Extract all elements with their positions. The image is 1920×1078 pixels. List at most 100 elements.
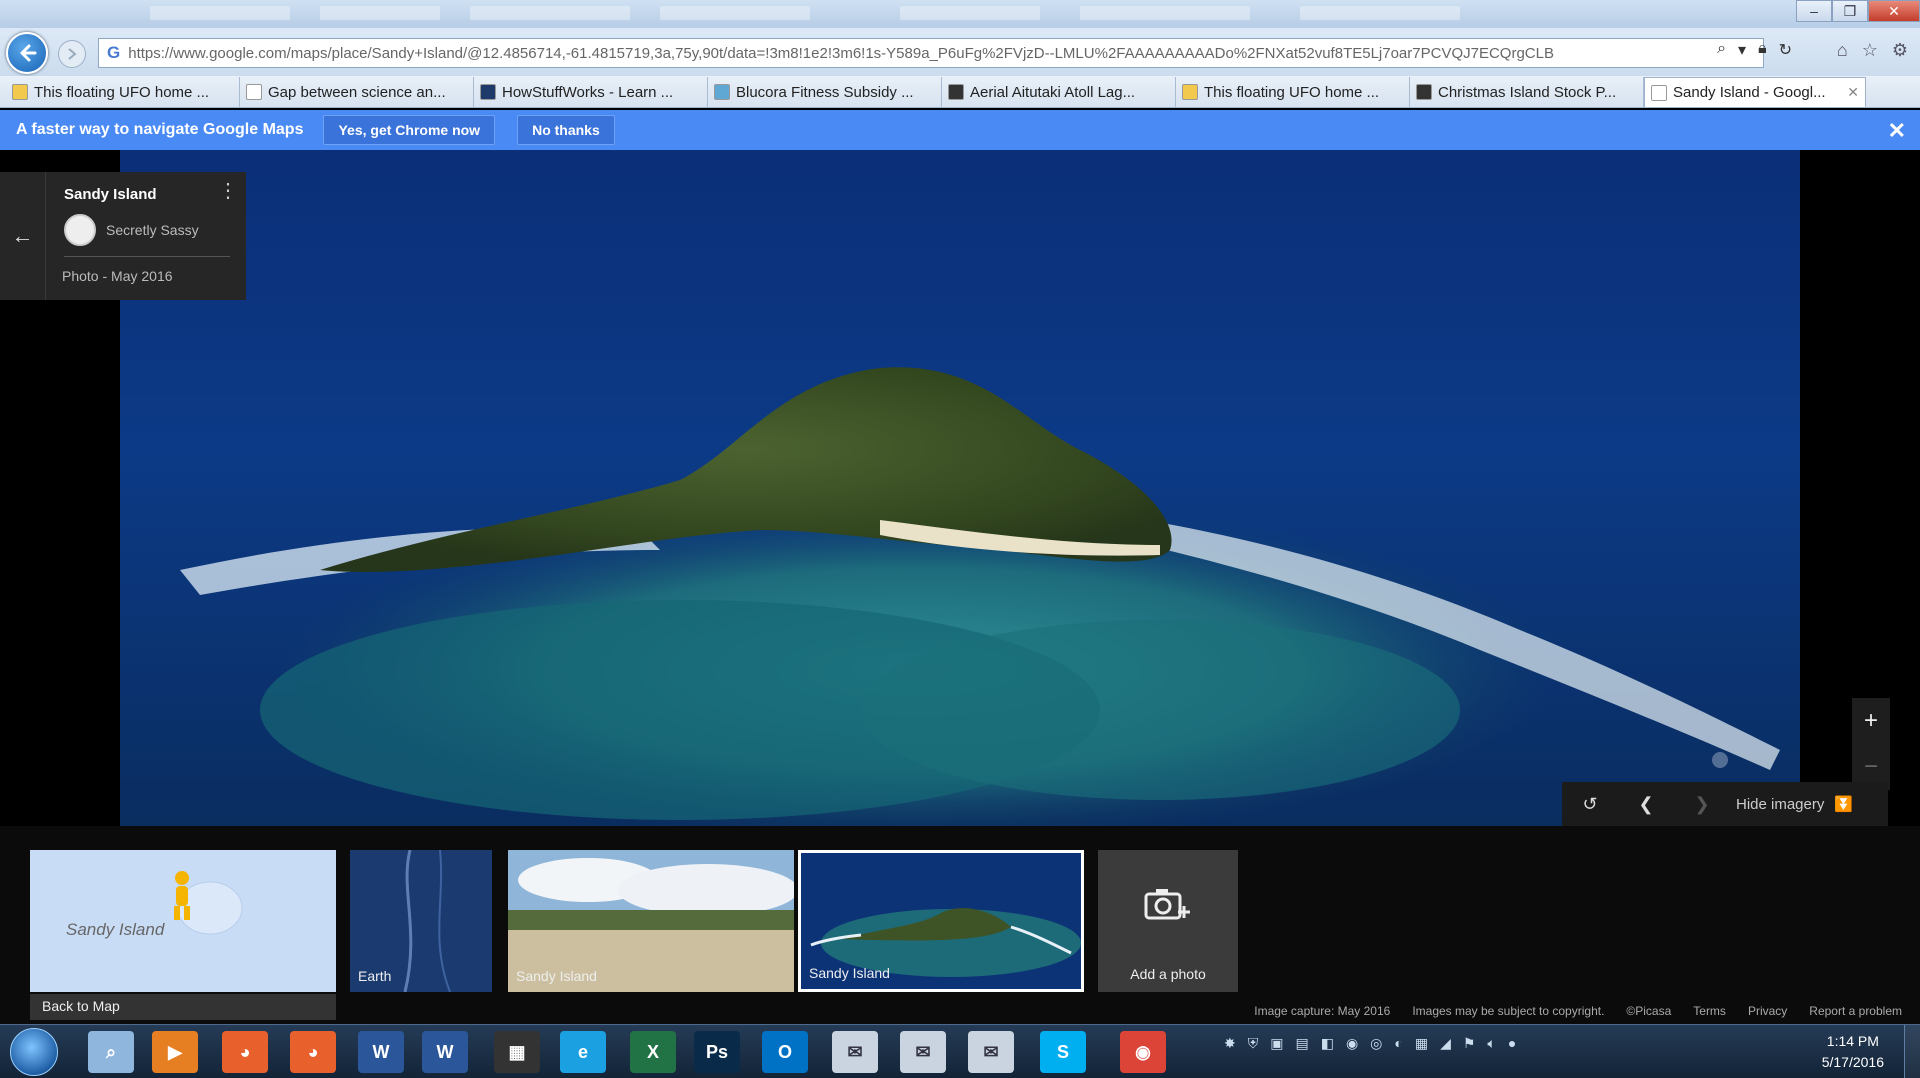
address-bar[interactable]: G https://www.google.com/maps/place/Sand… — [98, 38, 1764, 68]
no-thanks-button[interactable]: No thanks — [517, 115, 615, 145]
tab-favicon-icon — [714, 84, 730, 100]
place-title: Sandy Island — [64, 186, 157, 203]
taskbar-word-icon[interactable]: W — [358, 1031, 404, 1073]
author-name[interactable]: Secretly Sassy — [106, 222, 199, 238]
network-icon[interactable]: ◢ — [1440, 1035, 1451, 1052]
chevron-down-icon[interactable]: ⏬ — [1834, 795, 1853, 813]
back-button[interactable] — [6, 32, 48, 74]
taskbar-firefox-icon[interactable]: ◕ — [222, 1031, 268, 1073]
volume-icon[interactable]: 🔈︎ — [1487, 1035, 1495, 1052]
browser-tab[interactable]: Aerial Aitutaki Atoll Lag... — [942, 77, 1176, 107]
browser-tab[interactable]: HowStuffWorks - Learn ... — [474, 77, 708, 107]
promo-text: A faster way to navigate Google Maps — [16, 121, 304, 138]
tab-favicon-icon — [480, 84, 496, 100]
tray-icon[interactable]: ◧ — [1321, 1035, 1334, 1052]
taskbar-network-icon[interactable]: ▦ — [494, 1031, 540, 1073]
tray-icon[interactable]: ▦ — [1415, 1035, 1428, 1052]
tray-icon[interactable]: ✸ — [1224, 1035, 1236, 1052]
add-photo-button[interactable]: Add a photo — [1098, 850, 1238, 992]
earth-thumbnail[interactable]: Earth — [350, 850, 492, 992]
screen: – ❐ ✕ G https://www.google.com/maps/plac… — [0, 0, 1920, 1078]
get-chrome-button[interactable]: Yes, get Chrome now — [323, 115, 496, 145]
tab-label: HowStuffWorks - Learn ... — [502, 83, 674, 101]
close-tab-icon[interactable]: ✕ — [1847, 84, 1859, 101]
tray-icon[interactable]: ◎ — [1370, 1035, 1382, 1052]
browser-tab[interactable]: Christmas Island Stock P... — [1410, 77, 1644, 107]
taskbar-excel-icon[interactable]: X — [630, 1031, 676, 1073]
lock-icon[interactable]: 🔒︎ — [1758, 40, 1767, 60]
taskbar-mail-icon[interactable]: ✉ — [900, 1031, 946, 1073]
tab-favicon-icon — [246, 84, 262, 100]
browser-tab[interactable]: This floating UFO home ... — [1176, 77, 1410, 107]
taskbar-chrome-icon[interactable]: ◉ — [1120, 1031, 1166, 1073]
island-image — [120, 150, 1800, 826]
back-to-map-button[interactable]: Back to Map — [30, 994, 336, 1020]
settings-gear-icon[interactable]: ⚙ — [1892, 40, 1908, 61]
browser-tab[interactable]: Sandy Island - Googl... ✕ — [1644, 77, 1866, 107]
tab-label: Christmas Island Stock P... — [1438, 83, 1617, 101]
start-button[interactable] — [10, 1028, 58, 1076]
thumbnail-caption: Sandy Island — [809, 965, 890, 981]
tab-strip: This floating UFO home ... Gap between sc… — [0, 76, 1920, 108]
minimize-button[interactable]: – — [1796, 0, 1832, 22]
hide-imagery-button[interactable]: Hide imagery — [1736, 796, 1824, 813]
tab-label: Sandy Island - Googl... — [1673, 84, 1826, 101]
taskbar-skype-icon[interactable]: S — [1040, 1031, 1086, 1073]
tray-icon[interactable]: ⛨ — [1248, 1035, 1259, 1052]
taskbar-search-icon[interactable]: ⌕ — [88, 1031, 134, 1073]
rotate-icon[interactable]: ↺ — [1562, 794, 1618, 815]
chrome-tray-icon[interactable]: ● — [1508, 1035, 1516, 1052]
taskbar-firefox-icon[interactable]: ◕ — [290, 1031, 336, 1073]
tray-icon[interactable]: ◉ — [1346, 1035, 1358, 1052]
next-arrow-icon[interactable]: ❯ — [1674, 794, 1730, 815]
taskbar-word-icon[interactable]: W — [422, 1031, 468, 1073]
zoom-out-icon[interactable]: − — [1864, 753, 1878, 781]
browser-tab[interactable]: Blucora Fitness Subsidy ... — [708, 77, 942, 107]
back-arrow-icon[interactable]: ← — [0, 172, 46, 300]
system-clock[interactable]: 1:14 PM 5/17/2016 — [1822, 1031, 1884, 1073]
clock-date: 5/17/2016 — [1821, 1054, 1884, 1070]
aerial-thumbnail-selected[interactable]: Sandy Island — [798, 850, 1084, 992]
beach-thumbnail[interactable]: Sandy Island — [508, 850, 794, 992]
taskbar-mail-icon[interactable]: ✉ — [832, 1031, 878, 1073]
zoom-in-icon[interactable]: + — [1864, 707, 1878, 735]
map-thumbnail[interactable]: Sandy Island — [30, 850, 336, 992]
favorites-star-icon[interactable]: ☆ — [1862, 40, 1878, 61]
taskbar-media-player-icon[interactable]: ▶ — [152, 1031, 198, 1073]
tray-icon[interactable]: ▤ — [1295, 1035, 1308, 1052]
taskbar-photoshop-icon[interactable]: Ps — [694, 1031, 740, 1073]
forward-button[interactable] — [58, 40, 86, 68]
taskbar-mail-icon[interactable]: ✉ — [968, 1031, 1014, 1073]
chrome-promo-bar: A faster way to navigate Google Maps Yes… — [0, 110, 1920, 150]
background-window-ghost — [150, 6, 290, 20]
previous-arrow-icon[interactable]: ❮ — [1618, 794, 1674, 815]
footer-link[interactable]: Terms — [1693, 1004, 1726, 1018]
avatar[interactable] — [64, 214, 96, 246]
dropdown-arrow-icon[interactable]: ▾ — [1738, 40, 1746, 60]
tray-icon[interactable]: ▣ — [1270, 1035, 1283, 1052]
thumbnail-caption: Earth — [358, 968, 392, 984]
home-icon[interactable]: ⌂ — [1837, 40, 1848, 61]
browser-tab[interactable]: This floating UFO home ... — [6, 77, 240, 107]
close-window-button[interactable]: ✕ — [1868, 0, 1920, 22]
footer-link[interactable]: Privacy — [1748, 1004, 1787, 1018]
close-icon[interactable]: ✕ — [1888, 118, 1906, 144]
refresh-icon[interactable]: ↻ — [1779, 40, 1792, 60]
tab-label: Aerial Aitutaki Atoll Lag... — [970, 83, 1136, 101]
search-icon[interactable]: ⌕ — [1717, 40, 1726, 60]
footer-link: Image capture: May 2016 — [1254, 1004, 1391, 1018]
imagery-controls: ↺ ❮ ❯ Hide imagery ⏬ — [1562, 782, 1888, 826]
footer-link[interactable]: ©Picasa — [1626, 1004, 1671, 1018]
aerial-island-photo[interactable] — [120, 150, 1800, 826]
browser-tab[interactable]: Gap between science an... — [240, 77, 474, 107]
maximize-button[interactable]: ❐ — [1832, 0, 1868, 22]
tray-icon[interactable]: ◐ — [1394, 1035, 1402, 1052]
tab-favicon-icon — [1416, 84, 1432, 100]
tab-label: This floating UFO home ... — [34, 83, 210, 101]
taskbar-internet-explorer-icon[interactable]: e — [560, 1031, 606, 1073]
show-desktop-button[interactable] — [1904, 1025, 1920, 1078]
taskbar-outlook-icon[interactable]: O — [762, 1031, 808, 1073]
footer-link[interactable]: Report a problem — [1809, 1004, 1902, 1018]
more-options-icon[interactable]: ⋮ — [218, 181, 238, 201]
flag-icon[interactable]: ⚑ — [1463, 1035, 1476, 1052]
